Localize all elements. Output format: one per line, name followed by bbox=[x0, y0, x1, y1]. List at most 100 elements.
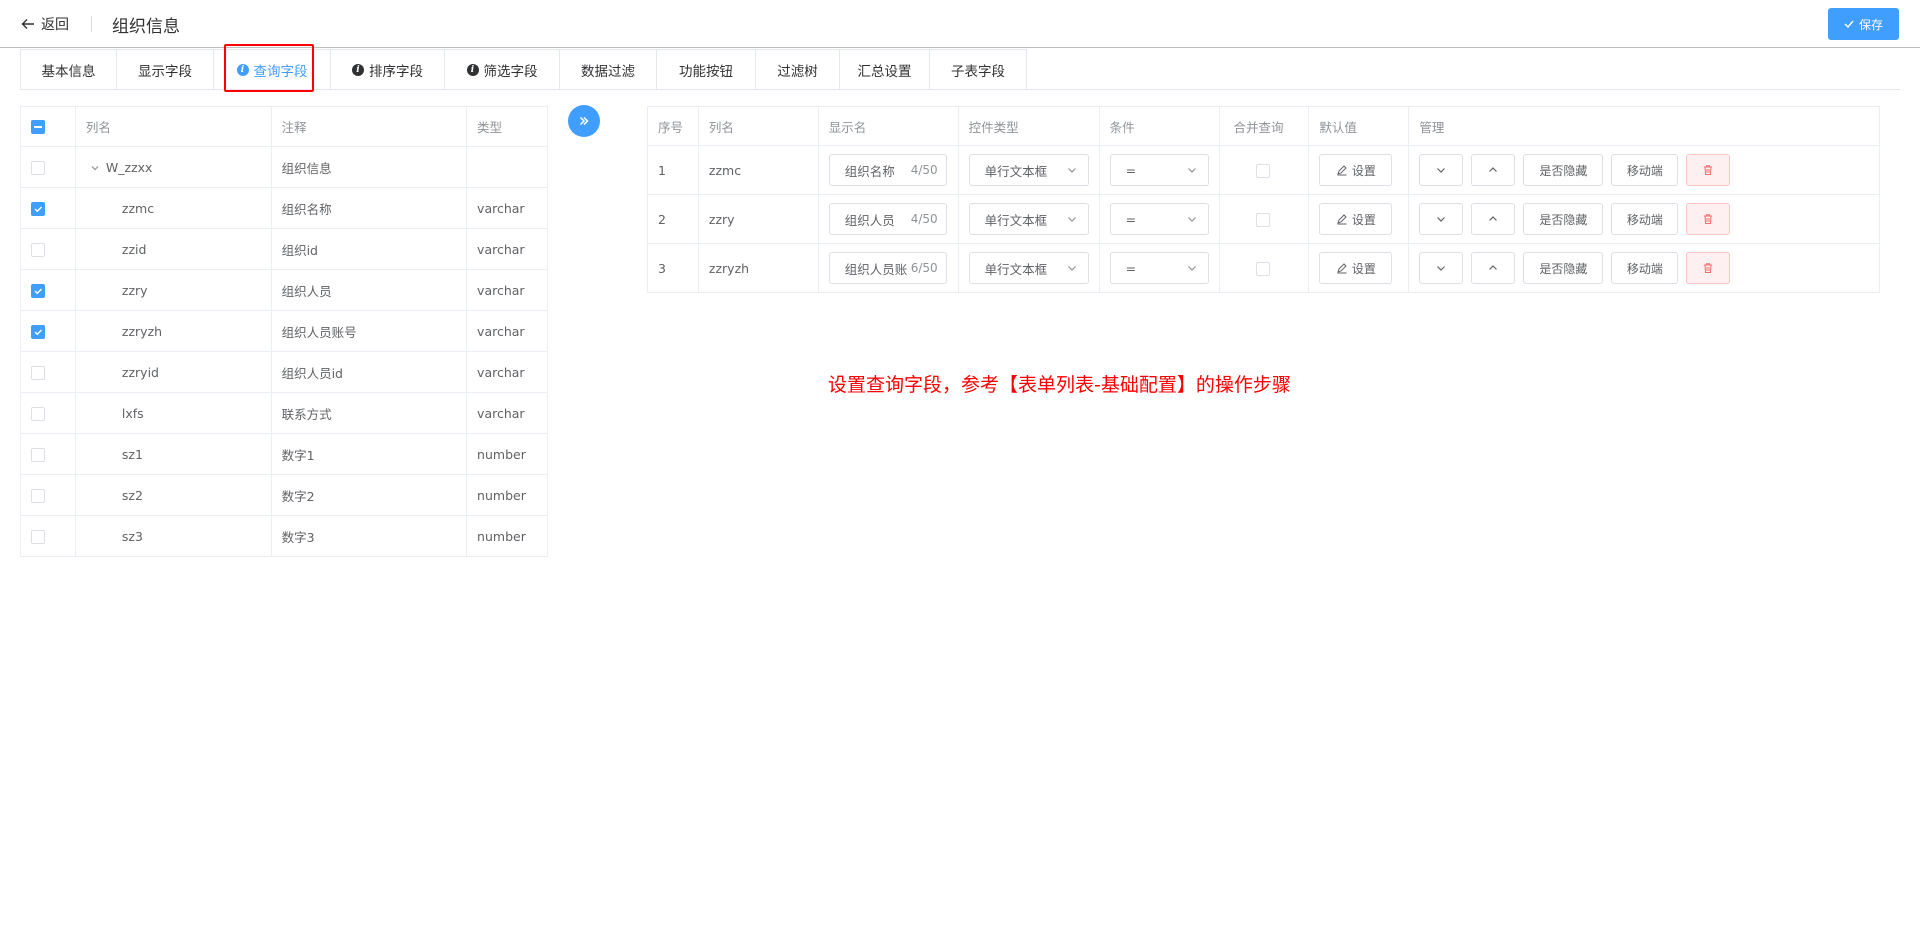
tab-filter-tree[interactable]: 过滤树 bbox=[756, 49, 840, 89]
field-comment: 组织人员id bbox=[270, 351, 468, 393]
tab-data-filter[interactable]: 数据过滤 bbox=[560, 49, 657, 89]
info-icon: i bbox=[236, 63, 249, 76]
move-up-button[interactable] bbox=[1471, 154, 1516, 186]
tab-filter-fields[interactable]: i 筛选字段 bbox=[445, 49, 560, 89]
mobile-button[interactable]: 移动端 bbox=[1611, 203, 1679, 235]
select-all-checkbox[interactable] bbox=[31, 120, 45, 135]
back-link[interactable]: 返回 bbox=[21, 14, 69, 34]
move-down-button[interactable] bbox=[1419, 203, 1464, 235]
table-row: sz1 数字1 number bbox=[20, 433, 548, 475]
display-name-value: 组织人员账号 bbox=[844, 261, 907, 277]
save-button[interactable]: 保存 bbox=[1828, 8, 1899, 40]
char-count: 4/50 bbox=[910, 163, 938, 177]
field-type: number bbox=[466, 515, 548, 557]
default-value-setting-button[interactable]: 设置 bbox=[1319, 203, 1393, 235]
chevron-down-icon[interactable] bbox=[90, 163, 100, 173]
tab-label: 筛选字段 bbox=[483, 63, 538, 80]
transfer-right-button[interactable] bbox=[568, 105, 600, 137]
delete-button[interactable] bbox=[1686, 203, 1731, 235]
field-name: sz3 bbox=[74, 515, 272, 557]
header-divider bbox=[91, 16, 92, 32]
column-header: 列名 bbox=[74, 106, 272, 147]
mobile-button[interactable]: 移动端 bbox=[1611, 154, 1679, 186]
page-title: 组织信息 bbox=[112, 17, 180, 37]
control-type-value: 单行文本框 bbox=[984, 261, 1048, 277]
move-up-button[interactable] bbox=[1471, 252, 1516, 284]
row-actions: 是否隐藏 移动端 bbox=[1419, 203, 1879, 235]
control-type-select[interactable]: 单行文本框 bbox=[968, 252, 1089, 284]
tab-display-fields[interactable]: 显示字段 bbox=[117, 49, 214, 89]
field-type: number bbox=[466, 474, 548, 516]
condition-value: = bbox=[1125, 260, 1137, 276]
tab-label: 汇总设置 bbox=[857, 63, 912, 80]
condition-select[interactable]: = bbox=[1109, 252, 1209, 284]
field-comment: 组织人员 bbox=[270, 269, 468, 311]
control-type-select[interactable]: 单行文本框 bbox=[968, 203, 1089, 235]
column-header: 管理 bbox=[1408, 106, 1880, 146]
default-value-setting-button[interactable]: 设置 bbox=[1319, 154, 1393, 186]
move-down-button[interactable] bbox=[1419, 252, 1464, 284]
row-checkbox[interactable] bbox=[31, 201, 45, 216]
delete-button[interactable] bbox=[1686, 154, 1731, 186]
row-checkbox[interactable] bbox=[31, 406, 45, 421]
field-comment: 数字3 bbox=[270, 515, 468, 557]
tab-sort-fields[interactable]: i 排序字段 bbox=[331, 49, 445, 89]
row-checkbox[interactable] bbox=[31, 488, 45, 503]
field-comment: 组织id bbox=[270, 228, 468, 270]
trash-icon bbox=[1704, 214, 1713, 224]
chevron-down-icon bbox=[1067, 266, 1076, 271]
tab-basic-info[interactable]: 基本信息 bbox=[20, 49, 117, 89]
merge-query-checkbox[interactable] bbox=[1255, 212, 1270, 227]
column-header: 列名 bbox=[697, 106, 819, 146]
tab-label: 过滤树 bbox=[777, 63, 818, 80]
page-header: 返回 组织信息 保存 bbox=[0, 0, 1920, 48]
merge-query-checkbox[interactable] bbox=[1255, 261, 1270, 276]
toggle-hidden-button[interactable]: 是否隐藏 bbox=[1523, 203, 1604, 235]
save-label: 保存 bbox=[1858, 17, 1883, 32]
control-type-value: 单行文本框 bbox=[984, 163, 1048, 179]
field-comment: 联系方式 bbox=[270, 392, 468, 434]
display-name-input[interactable]: 组织名称 4/50 bbox=[828, 154, 947, 186]
mobile-button[interactable]: 移动端 bbox=[1611, 252, 1679, 284]
column-header: 序号 bbox=[647, 106, 699, 146]
move-down-button[interactable] bbox=[1419, 154, 1464, 186]
chevron-down-icon bbox=[1067, 217, 1076, 222]
chevron-down-icon bbox=[1437, 266, 1446, 271]
table-row: zzid 组织id varchar bbox=[20, 228, 548, 270]
check-icon bbox=[34, 206, 43, 213]
table-row: zzmc 组织名称 varchar bbox=[20, 187, 548, 229]
delete-button[interactable] bbox=[1686, 252, 1731, 284]
display-name-input[interactable]: 组织人员账号6/50 bbox=[828, 252, 947, 284]
chevron-up-icon bbox=[1489, 167, 1498, 172]
condition-select[interactable]: = bbox=[1109, 203, 1209, 235]
tab-function-buttons[interactable]: 功能按钮 bbox=[657, 49, 756, 89]
field-comment: 组织人员账号 bbox=[270, 310, 468, 352]
edit-icon bbox=[1337, 263, 1347, 274]
merge-query-checkbox[interactable] bbox=[1255, 163, 1270, 178]
move-up-button[interactable] bbox=[1471, 203, 1516, 235]
tab-query-fields[interactable]: i 查询字段 bbox=[214, 49, 331, 89]
field-type: number bbox=[466, 433, 548, 475]
field-comment: 数字1 bbox=[270, 433, 468, 475]
row-checkbox[interactable] bbox=[31, 324, 45, 339]
tab-subtable-fields[interactable]: 子表字段 bbox=[930, 49, 1027, 89]
chevron-down-icon bbox=[1067, 168, 1076, 173]
field-type: varchar bbox=[466, 269, 548, 311]
tab-summary-settings[interactable]: 汇总设置 bbox=[840, 49, 930, 89]
row-checkbox[interactable] bbox=[31, 365, 45, 380]
row-checkbox[interactable] bbox=[31, 283, 45, 298]
row-checkbox[interactable] bbox=[31, 242, 45, 257]
default-value-setting-button[interactable]: 设置 bbox=[1319, 252, 1393, 284]
toggle-hidden-button[interactable]: 是否隐藏 bbox=[1523, 154, 1604, 186]
toggle-hidden-button[interactable]: 是否隐藏 bbox=[1523, 252, 1604, 284]
display-name-input[interactable]: 组织人员 4/50 bbox=[828, 203, 947, 235]
row-index: 3 bbox=[647, 243, 699, 293]
control-type-select[interactable]: 单行文本框 bbox=[968, 154, 1089, 186]
row-checkbox[interactable] bbox=[31, 529, 45, 544]
row-checkbox[interactable] bbox=[31, 160, 45, 175]
table-row: 3 zzryzh 组织人员账号6/50 单行文本框 = 设置 是否隐藏 移动端 bbox=[647, 243, 1880, 293]
condition-select[interactable]: = bbox=[1109, 154, 1209, 186]
tab-label: 查询字段 bbox=[253, 63, 308, 80]
chevron-up-icon bbox=[1489, 265, 1498, 270]
row-checkbox[interactable] bbox=[31, 447, 45, 462]
